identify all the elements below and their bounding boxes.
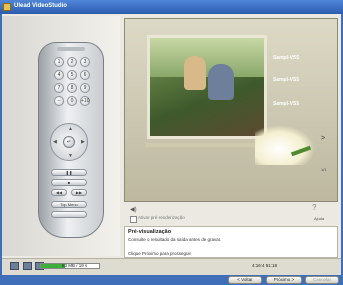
lily-stem bbox=[290, 145, 312, 157]
key-5[interactable]: 5 bbox=[67, 70, 77, 80]
help-label: Ajuda bbox=[314, 216, 325, 221]
photo-person-2 bbox=[208, 64, 234, 100]
enter-key[interactable]: ↵ bbox=[63, 136, 75, 148]
title-bar[interactable]: Ulead VideoStudio bbox=[0, 0, 343, 14]
stop-button[interactable]: ■ bbox=[51, 179, 87, 186]
disc-icon[interactable] bbox=[10, 262, 19, 270]
lily-decoration bbox=[255, 125, 315, 165]
menu-item-1[interactable]: Sampl-VS5 bbox=[273, 55, 299, 61]
scrub-line bbox=[145, 143, 269, 147]
key-plus10[interactable]: +10 bbox=[80, 96, 90, 106]
info-hint: Clique Próximo para prosseguir bbox=[128, 251, 192, 256]
dpad[interactable]: ▲ ▼ ◀ ▶ ↵ bbox=[50, 123, 88, 161]
menu-item-2[interactable]: Sampl-VS5 bbox=[273, 77, 299, 83]
key-6[interactable]: 6 bbox=[80, 70, 90, 80]
speaker-icon[interactable]: ◀) bbox=[130, 206, 137, 213]
film-icon[interactable] bbox=[22, 262, 32, 270]
info-description: Consulte o resultado da saída antes de g… bbox=[128, 237, 222, 242]
prerender-checkbox[interactable] bbox=[130, 216, 137, 223]
key-7[interactable]: 7 bbox=[54, 83, 64, 93]
key-9[interactable]: 9 bbox=[80, 83, 90, 93]
rewind-button[interactable]: ◀◀ bbox=[51, 189, 67, 196]
page-number: 1/1 bbox=[321, 167, 327, 172]
disk-usage-text: 63 MB / 19 s bbox=[62, 263, 88, 268]
photo-sky bbox=[150, 38, 264, 78]
info-box: Pré-visualização Consulte o resultado da… bbox=[124, 226, 338, 258]
right-arrow-icon[interactable]: ▶ bbox=[81, 139, 85, 145]
up-arrow-icon[interactable]: ▲ bbox=[68, 126, 73, 132]
next-button[interactable]: Próximo > bbox=[266, 276, 302, 284]
left-arrow-icon[interactable]: ◀ bbox=[53, 139, 57, 145]
key-4[interactable]: 4 bbox=[54, 70, 64, 80]
timecode: 4:16:4 51:18 bbox=[252, 263, 278, 268]
forward-button[interactable]: ▶▶ bbox=[71, 189, 87, 196]
back-button[interactable]: < Voltar bbox=[228, 276, 262, 284]
photo-person-1 bbox=[184, 56, 206, 90]
menu-item-3[interactable]: Sampl-VS5 bbox=[273, 101, 299, 107]
prerender-label: Ativar pré-renderização bbox=[138, 215, 185, 220]
top-menu-button[interactable]: Top Menu bbox=[51, 201, 87, 208]
app-icon bbox=[3, 3, 11, 11]
remote-control: 1 2 3 4 5 6 7 8 9 – 0 +10 ▲ ▼ ◀ ▶ ↵ ❚❚ ■… bbox=[38, 42, 104, 238]
down-arrow-icon[interactable]: ▼ bbox=[68, 153, 73, 159]
preview-photo bbox=[147, 35, 267, 139]
key-8[interactable]: 8 bbox=[67, 83, 77, 93]
preview-area: Sampl-VS5 Sampl-VS5 Sampl-VS5 > 1/1 bbox=[124, 18, 338, 202]
info-title: Pré-visualização bbox=[128, 229, 172, 235]
next-arrow[interactable]: > bbox=[321, 135, 325, 142]
remote-strip bbox=[57, 47, 85, 51]
help-icon[interactable]: ? bbox=[312, 203, 316, 212]
key-2[interactable]: 2 bbox=[67, 57, 77, 67]
key-3[interactable]: 3 bbox=[80, 57, 90, 67]
window-title: Ulead VideoStudio bbox=[14, 3, 67, 9]
pause-button[interactable]: ❚❚ bbox=[51, 169, 87, 176]
key-minus[interactable]: – bbox=[54, 96, 64, 106]
menu-button[interactable] bbox=[51, 211, 87, 218]
cancel-button[interactable]: Cancelar bbox=[305, 276, 339, 284]
key-1[interactable]: 1 bbox=[54, 57, 64, 67]
key-0[interactable]: 0 bbox=[67, 96, 77, 106]
